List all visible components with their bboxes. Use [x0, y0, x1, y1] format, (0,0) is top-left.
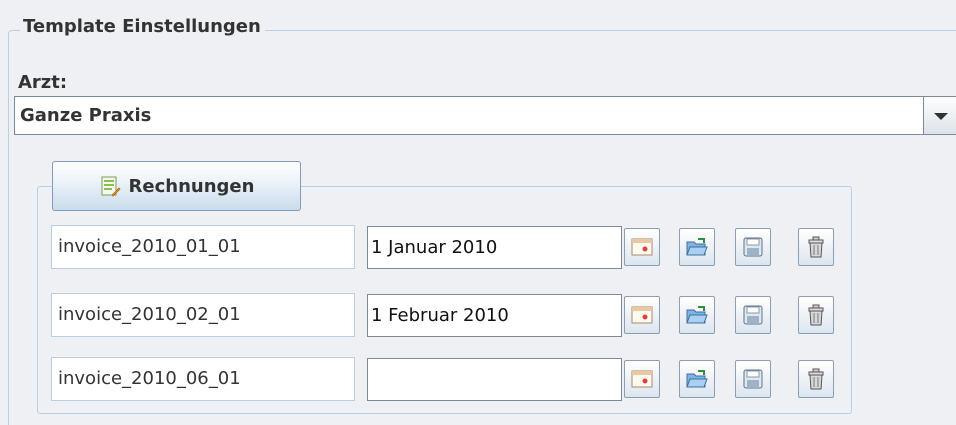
invoice-date-field[interactable]: 1 Januar 2010	[367, 226, 622, 269]
invoice-name-field[interactable]: invoice_2010_01_01	[51, 225, 355, 269]
floppy-disk-icon	[743, 305, 763, 325]
save-button[interactable]	[735, 360, 771, 398]
doctor-dropdown[interactable]: Ganze Praxis	[14, 96, 956, 135]
invoice-row: invoice_2010_02_01 1 Februar 2010	[51, 293, 851, 338]
open-button[interactable]	[679, 360, 715, 398]
folder-open-icon	[686, 369, 708, 389]
trash-icon	[807, 236, 825, 258]
doctor-dropdown-value: Ganze Praxis	[20, 105, 152, 126]
document-edit-icon	[99, 175, 121, 197]
folder-open-icon	[686, 237, 708, 257]
floppy-disk-icon	[743, 237, 763, 257]
open-button[interactable]	[679, 228, 715, 266]
chevron-down-icon	[933, 113, 948, 120]
doctor-label: Arzt:	[18, 72, 68, 93]
calendar-button[interactable]	[624, 296, 660, 334]
rechnungen-button[interactable]: Rechnungen	[52, 161, 301, 211]
invoice-date-field[interactable]: 1 Februar 2010	[367, 294, 622, 337]
invoice-row: invoice_2010_06_01	[51, 357, 851, 402]
delete-button[interactable]	[798, 228, 834, 266]
calendar-button[interactable]	[624, 360, 660, 398]
template-settings-panel: Template Einstellungen Arzt: Ganze Praxi…	[0, 0, 956, 425]
calendar-icon	[631, 306, 653, 324]
open-button[interactable]	[679, 296, 715, 334]
delete-button[interactable]	[798, 296, 834, 334]
dropdown-arrow-button[interactable]	[923, 96, 956, 135]
invoice-row: invoice_2010_01_01 1 Januar 2010	[51, 225, 851, 270]
trash-icon	[807, 368, 825, 390]
floppy-disk-icon	[743, 369, 763, 389]
calendar-icon	[631, 238, 653, 256]
folder-open-icon	[686, 305, 708, 325]
save-button[interactable]	[735, 296, 771, 334]
rechnungen-button-label: Rechnungen	[128, 175, 255, 197]
calendar-button[interactable]	[624, 228, 660, 266]
trash-icon	[807, 304, 825, 326]
delete-button[interactable]	[798, 360, 834, 398]
template-settings-title: Template Einstellungen	[20, 16, 265, 38]
invoice-name-field[interactable]: invoice_2010_02_01	[51, 293, 355, 337]
save-button[interactable]	[735, 228, 771, 266]
calendar-icon	[631, 370, 653, 388]
invoice-date-field[interactable]	[367, 358, 622, 401]
invoice-name-field[interactable]: invoice_2010_06_01	[51, 357, 355, 401]
